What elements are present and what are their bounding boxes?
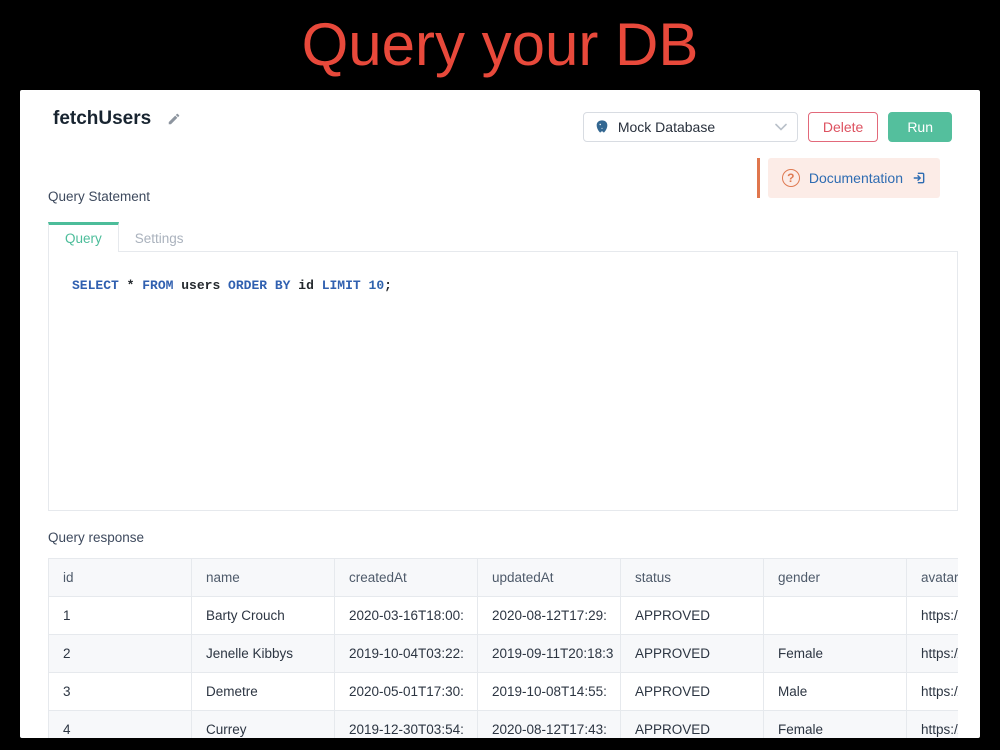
column-header: name [192,559,335,597]
table-cell: Currey [192,711,335,739]
sql-token: * [119,278,142,293]
column-header: status [621,559,764,597]
column-header: avatar [907,559,959,597]
table-cell: 2019-10-04T03:22: [335,635,478,673]
resource-select-value: Mock Database [618,119,767,135]
table-cell: 2 [49,635,192,673]
column-header: updatedAt [478,559,621,597]
help-icon: ? [782,169,800,187]
documentation-link[interactable]: Documentation [809,170,903,186]
statement-section-label: Query Statement [48,189,150,204]
table-cell: 2020-03-16T18:00: [335,597,478,635]
table-row: 3Demetre2020-05-01T17:30:2019-10-08T14:5… [49,673,959,711]
table-cell: 2019-12-30T03:54: [335,711,478,739]
query-response-table-wrap: idnamecreatedAtupdatedAtstatusgenderavat… [48,558,958,738]
delete-button[interactable]: Delete [808,112,878,142]
table-cell: 2020-08-12T17:43: [478,711,621,739]
chevron-down-icon [775,123,787,131]
sql-token: ORDER BY [228,278,290,293]
run-button[interactable]: Run [888,112,952,142]
header-controls: Mock Database Delete Run [583,112,952,142]
tab-settings[interactable]: Settings [119,222,200,252]
table-cell: APPROVED [621,711,764,739]
table-row: 2Jenelle Kibbys2019-10-04T03:22:2019-09-… [49,635,959,673]
tab-bar: Query Settings [48,222,200,252]
column-header: gender [764,559,907,597]
resource-select[interactable]: Mock Database [583,112,798,142]
table-cell: https:// [907,711,959,739]
table-cell: https:// [907,635,959,673]
sql-token: ; [384,278,392,293]
table-cell: 1 [49,597,192,635]
page-title: Query your DB [0,0,1000,88]
query-title-group: fetchUsers [53,108,181,130]
sql-editor[interactable]: SELECT * FROM users ORDER BY id LIMIT 10… [48,251,958,511]
documentation-banner[interactable]: ? Documentation [768,158,940,198]
table-cell: Barty Crouch [192,597,335,635]
sql-token: FROM [142,278,173,293]
sql-token: users [173,278,228,293]
query-name: fetchUsers [53,108,151,130]
table-cell: 2020-08-12T17:29: [478,597,621,635]
sql-token [361,278,369,293]
table-cell: https:// [907,673,959,711]
edit-pencil-icon[interactable] [167,112,181,126]
sql-statement: SELECT * FROM users ORDER BY id LIMIT 10… [72,278,957,293]
table-cell: 2019-10-08T14:55: [478,673,621,711]
column-header: createdAt [335,559,478,597]
sql-token: LIMIT [322,278,361,293]
response-section-label: Query response [48,530,144,545]
table-cell: Female [764,635,907,673]
table-cell [764,597,907,635]
table-cell: APPROVED [621,635,764,673]
tab-query[interactable]: Query [48,222,119,252]
column-header: id [49,559,192,597]
table-header-row: idnamecreatedAtupdatedAtstatusgenderavat… [49,559,959,597]
sql-token: SELECT [72,278,119,293]
table-cell: APPROVED [621,673,764,711]
table-row: 1Barty Crouch2020-03-16T18:00:2020-08-12… [49,597,959,635]
postgresql-icon [594,119,610,135]
query-response-table: idnamecreatedAtupdatedAtstatusgenderavat… [48,558,958,738]
table-cell: Demetre [192,673,335,711]
table-cell: Female [764,711,907,739]
table-cell: 2020-05-01T17:30: [335,673,478,711]
table-cell: Male [764,673,907,711]
external-link-icon [912,171,926,185]
table-cell: 3 [49,673,192,711]
table-cell: https:// [907,597,959,635]
query-editor-panel: fetchUsers Mock Database Delete Run ? Do… [20,90,980,738]
sql-token: id [290,278,321,293]
table-row: 4Currey2019-12-30T03:54:2020-08-12T17:43… [49,711,959,739]
sql-token: 10 [369,278,385,293]
table-cell: 2019-09-11T20:18:3 [478,635,621,673]
table-cell: Jenelle Kibbys [192,635,335,673]
table-cell: 4 [49,711,192,739]
table-cell: APPROVED [621,597,764,635]
